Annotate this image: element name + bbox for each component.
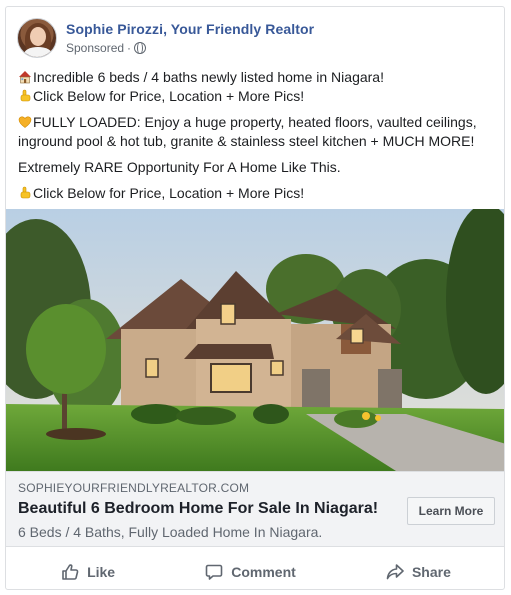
- meta-separator: ·: [127, 41, 132, 55]
- share-button[interactable]: Share: [374, 563, 463, 581]
- thumbs-up-icon: [62, 564, 79, 580]
- share-label: Share: [411, 564, 451, 580]
- sponsored-label[interactable]: Sponsored: [66, 41, 124, 55]
- post-meta: Sponsored ·: [66, 41, 314, 55]
- message-line: Incredible 6 beds / 4 baths newly listed…: [18, 68, 498, 87]
- globe-icon[interactable]: [134, 41, 147, 54]
- page-name-link[interactable]: Sophie Pirozzi, Your Friendly Realtor: [66, 21, 314, 37]
- message-line: Click Below for Price, Location + More P…: [18, 87, 498, 106]
- pointing-down-emoji-icon: [20, 89, 31, 102]
- listing-photo[interactable]: [6, 209, 504, 471]
- action-bar: Like Comment Share: [16, 555, 496, 589]
- page-avatar[interactable]: [17, 18, 57, 58]
- comment-button[interactable]: Comment: [193, 563, 308, 581]
- comment-icon: [205, 564, 223, 580]
- post-message: Incredible 6 beds / 4 baths newly listed…: [18, 68, 498, 203]
- link-headline[interactable]: Beautiful 6 Bedroom Home For Sale In Nia…: [18, 500, 378, 518]
- yellow-heart-emoji-icon: [18, 116, 32, 128]
- message-line: Extremely RARE Opportunity For A Home Li…: [18, 159, 341, 175]
- pointing-down-emoji-icon: [20, 186, 31, 199]
- like-label: Like: [87, 564, 116, 580]
- house-emoji-icon: [19, 71, 31, 84]
- learn-more-button[interactable]: Learn More: [407, 497, 495, 525]
- link-preview[interactable]: SOPHIEYOURFRIENDLYREALTOR.COM Beautiful …: [6, 471, 504, 547]
- comment-label: Comment: [231, 564, 296, 580]
- house-photo-illustration: [6, 209, 504, 471]
- like-button[interactable]: Like: [49, 563, 127, 581]
- link-description: 6 Beds / 4 Baths, Fully Loaded Home In N…: [18, 524, 323, 540]
- post-header: Sophie Pirozzi, Your Friendly Realtor Sp…: [17, 16, 314, 60]
- sponsored-post-card: Sophie Pirozzi, Your Friendly Realtor Sp…: [5, 6, 505, 590]
- message-line: FULLY LOADED: Enjoy a huge property, hea…: [18, 114, 477, 149]
- message-line: Click Below for Price, Location + More P…: [18, 184, 498, 203]
- share-arrow-icon: [386, 564, 404, 580]
- link-domain: SOPHIEYOURFRIENDLYREALTOR.COM: [18, 481, 250, 495]
